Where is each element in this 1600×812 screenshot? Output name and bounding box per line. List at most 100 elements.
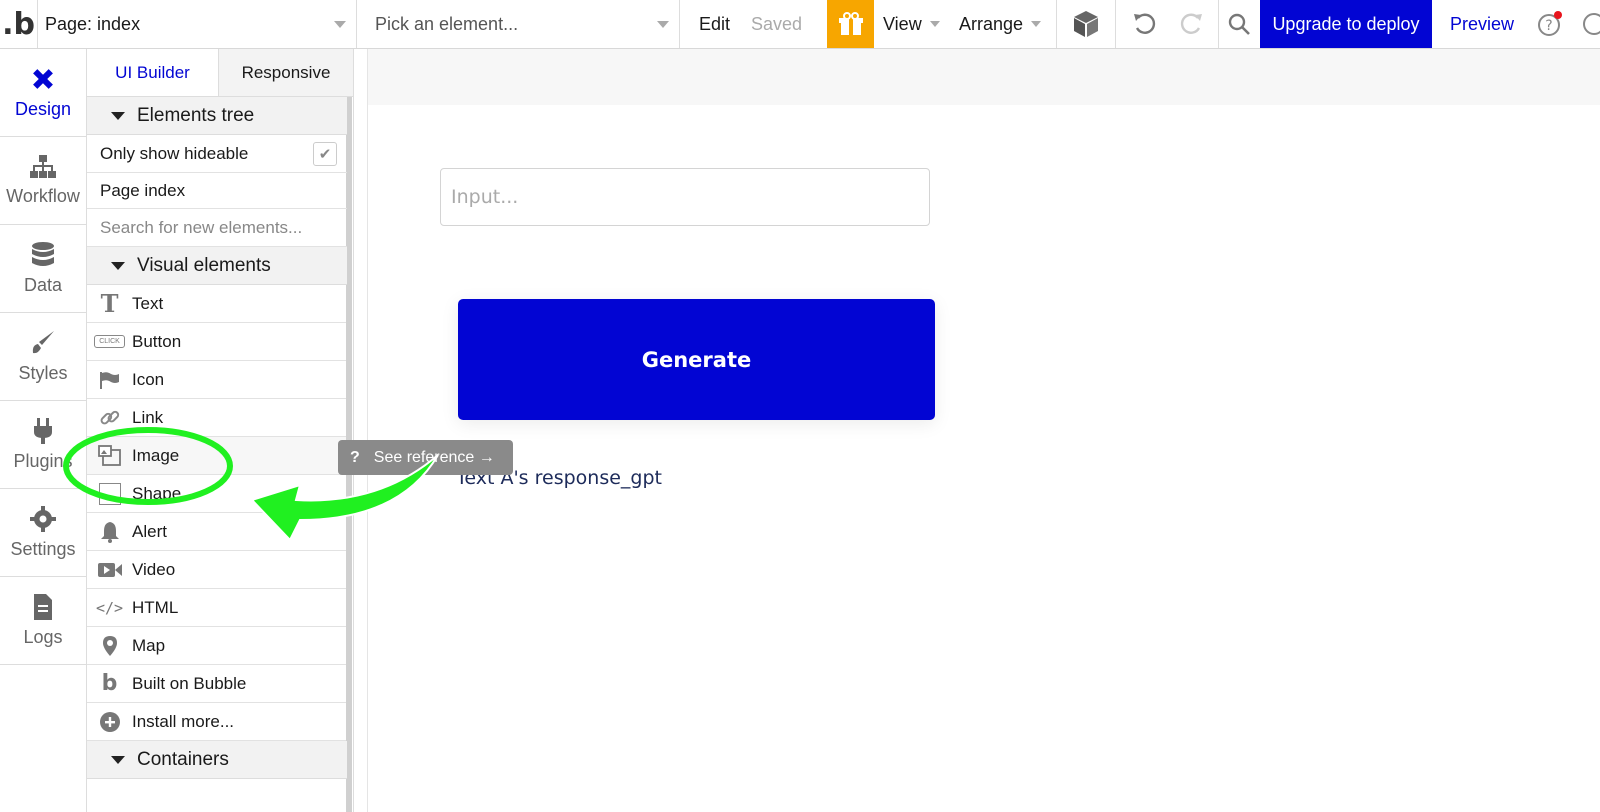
text-icon: T [100, 289, 119, 318]
elements-tree-header[interactable]: Elements tree [87, 97, 347, 135]
document-icon [34, 594, 52, 620]
input-field[interactable]: Input... [440, 168, 930, 226]
element-link-label: Link [132, 407, 164, 427]
flag-icon [87, 371, 132, 389]
gift-button[interactable] [827, 0, 874, 48]
nav-data-label: Data [23, 275, 63, 295]
nav-logs[interactable]: Logs [0, 577, 86, 665]
element-alert-label: Alert [132, 521, 167, 541]
tab-ui-builder[interactable]: UI Builder [87, 49, 219, 96]
arrange-menu[interactable]: Arrange [959, 0, 1042, 48]
generate-button[interactable]: Generate [458, 299, 935, 420]
page-selector-label: Page: index [45, 13, 141, 34]
chevron-down-icon [334, 21, 346, 28]
element-image[interactable]: Image [87, 437, 347, 475]
help-icon: ? [1538, 11, 1562, 36]
visual-elements-label: Visual elements [137, 254, 271, 276]
nav-plugins-label: Plugins [13, 451, 73, 471]
element-icon-label: Icon [132, 369, 165, 389]
element-video[interactable]: Video [87, 551, 347, 589]
check-icon: ✔ [318, 146, 332, 163]
design-canvas[interactable]: Input... Generate Text A's response_gpt [367, 49, 1600, 812]
element-button[interactable]: CLICK Button [87, 323, 347, 361]
preview-button[interactable]: Preview [1437, 0, 1527, 48]
element-image-label: Image [132, 445, 180, 465]
search-button[interactable] [1218, 0, 1258, 48]
nav-settings-label: Settings [10, 539, 76, 559]
element-link[interactable]: Link [87, 399, 347, 437]
question-icon: ? [350, 448, 360, 466]
element-html[interactable]: </> HTML [87, 589, 347, 627]
edit-menu[interactable]: Edit [699, 0, 730, 48]
only-hideable-checkbox[interactable]: ✔ [313, 142, 337, 166]
image-icon [87, 444, 132, 467]
nav-styles-label: Styles [18, 363, 68, 383]
bell-icon [87, 521, 132, 543]
upgrade-button[interactable]: Upgrade to deploy [1260, 0, 1432, 48]
view-menu-label: View [883, 13, 922, 34]
cube-button[interactable] [1056, 0, 1116, 48]
containers-header[interactable]: Containers [87, 741, 347, 779]
saved-status: Saved [751, 13, 803, 34]
user-icon [1583, 13, 1600, 35]
help-button[interactable]: ? [1530, 0, 1570, 48]
element-shape-label: Shape [132, 483, 182, 503]
element-install-more[interactable]: Install more... [87, 703, 347, 741]
nav-plugins[interactable]: Plugins [0, 401, 86, 489]
element-picker[interactable]: Pick an element... [357, 0, 680, 48]
only-hideable-row: Only show hideable ✔ [87, 135, 347, 173]
search-elements-input[interactable]: Search for new elements... [87, 209, 347, 247]
svg-text:?: ? [1545, 18, 1552, 34]
element-alert[interactable]: Alert [87, 513, 347, 551]
plus-circle-icon [87, 711, 132, 733]
triangle-down-icon [111, 262, 125, 270]
nav-design[interactable]: Design [0, 49, 86, 137]
nav-design-label: Design [14, 99, 72, 119]
map-pin-icon [87, 635, 132, 657]
see-reference-tooltip[interactable]: ? See reference → [338, 440, 513, 475]
avatar[interactable] [1580, 0, 1600, 48]
gift-icon [838, 12, 863, 35]
visual-elements-header[interactable]: Visual elements [87, 247, 347, 285]
cube-icon [1074, 11, 1098, 37]
view-menu[interactable]: View [883, 0, 940, 48]
panel-tabs: UI Builder Responsive [87, 49, 353, 97]
element-install-more-label: Install more... [132, 711, 235, 731]
canvas-header-strip [368, 49, 1600, 105]
nav-styles[interactable]: Styles [0, 313, 86, 401]
design-icon [33, 69, 53, 89]
bubble-logo[interactable]: .b [0, 0, 37, 48]
chevron-down-icon [929, 21, 940, 27]
page-index-row[interactable]: Page index [87, 173, 347, 209]
page-selector[interactable]: Page: index [37, 0, 357, 48]
left-navigation: Design Workflow Data Styles Plugins Sett… [0, 49, 87, 812]
tab-responsive[interactable]: Responsive [219, 49, 353, 96]
search-elements-placeholder: Search for new elements... [100, 217, 303, 237]
element-icon[interactable]: Icon [87, 361, 347, 399]
element-html-label: HTML [132, 597, 179, 617]
element-button-label: Button [132, 331, 182, 351]
element-map[interactable]: Map [87, 627, 347, 665]
nav-workflow[interactable]: Workflow [0, 137, 86, 225]
redo-button[interactable] [1171, 0, 1211, 48]
nav-data[interactable]: Data [0, 225, 86, 313]
redo-icon [1180, 13, 1202, 34]
square-icon [87, 482, 132, 505]
element-shape[interactable]: Shape [87, 475, 347, 513]
arrange-menu-label: Arrange [959, 13, 1024, 34]
element-text-label: Text [132, 293, 164, 313]
nav-logs-label: Logs [23, 627, 63, 647]
chevron-down-icon [657, 21, 669, 28]
triangle-down-icon [111, 756, 125, 764]
element-text[interactable]: T Text [87, 285, 347, 323]
elements-tree-label: Elements tree [137, 104, 255, 126]
only-hideable-label: Only show hideable [100, 143, 249, 163]
see-reference-label: See reference → [373, 448, 495, 466]
element-built-on-bubble[interactable]: b Built on Bubble [87, 665, 347, 703]
undo-button[interactable] [1125, 0, 1165, 48]
page-index-label: Page index [100, 180, 186, 200]
nav-settings[interactable]: Settings [0, 489, 86, 577]
element-built-on-bubble-label: Built on Bubble [132, 673, 247, 693]
top-toolbar: .b Page: index Pick an element... Edit S… [0, 0, 1600, 49]
code-icon: </> [95, 598, 124, 617]
